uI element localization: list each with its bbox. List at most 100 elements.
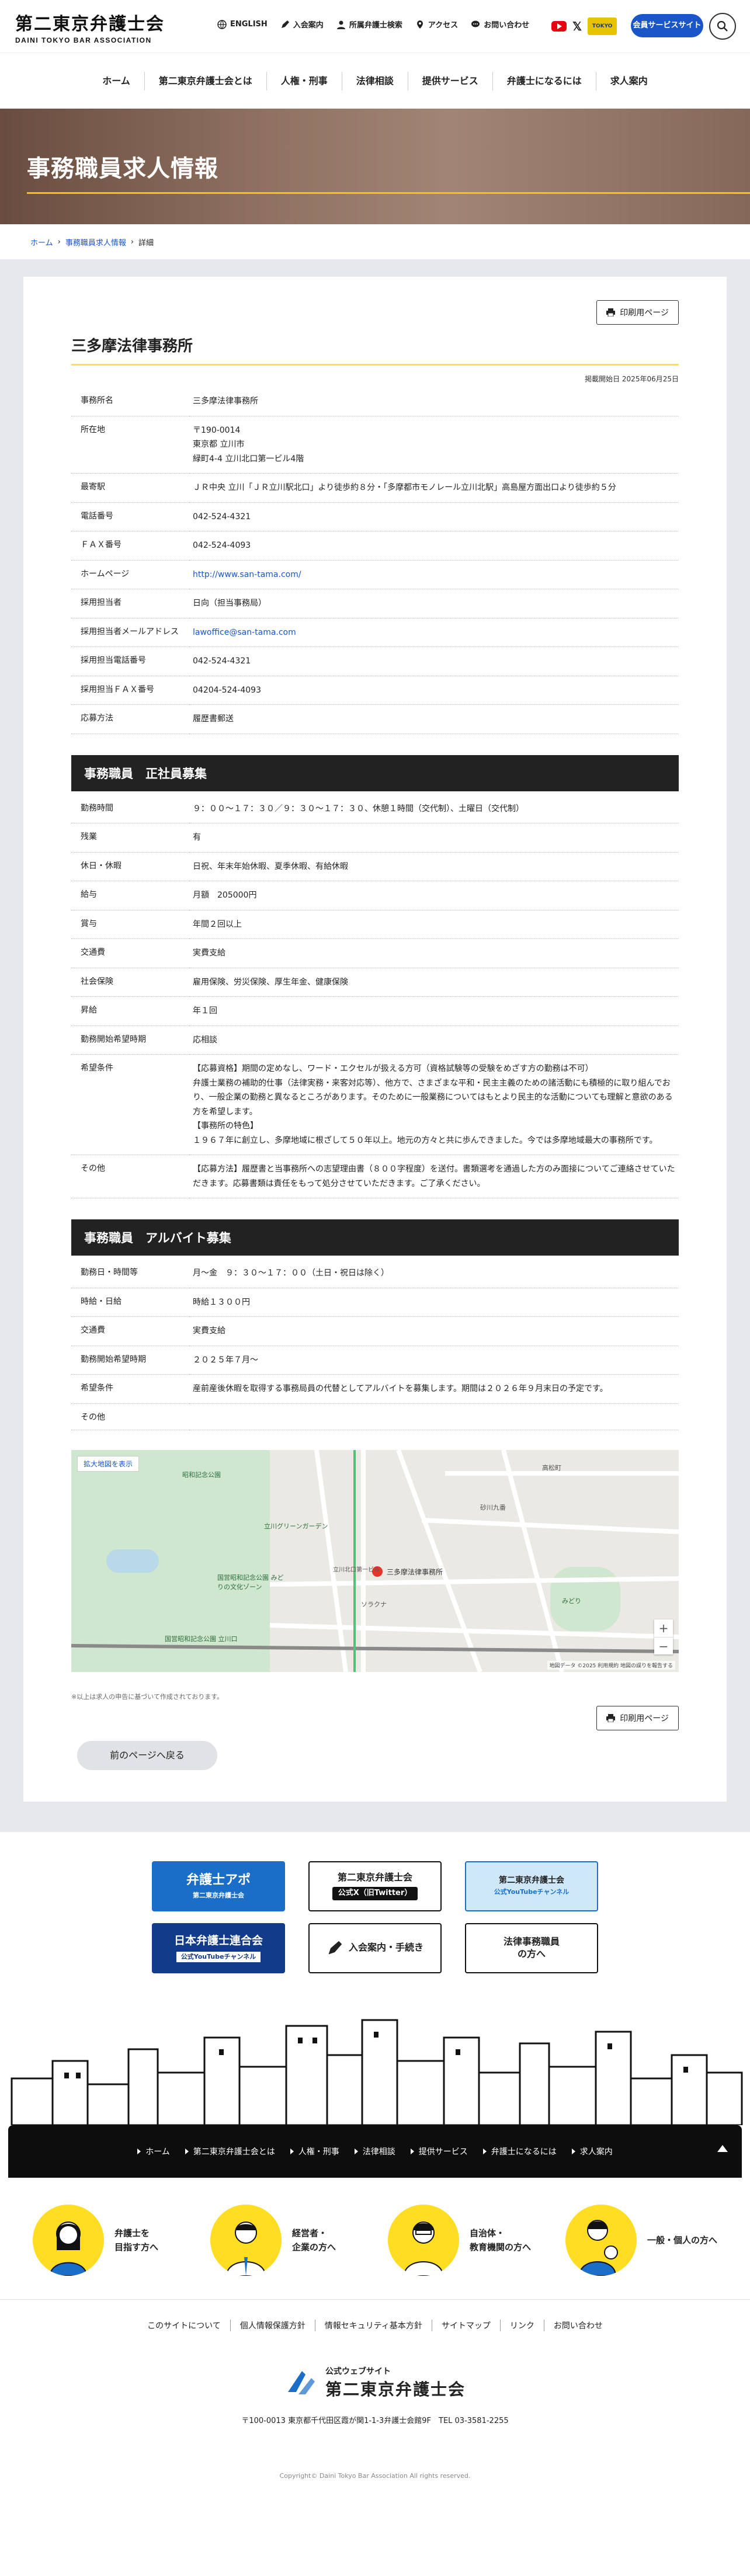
persona-individual[interactable]: 一般・個人の方へ: [565, 2204, 717, 2276]
gnav-legal-consultation[interactable]: 法律相談: [341, 71, 408, 91]
office-info-value[interactable]: http://www.san-tama.com/: [189, 560, 679, 589]
banner-title: 入会案内・手続き: [348, 1942, 423, 1953]
fnav-about[interactable]: 第二東京弁護士会とは: [185, 2146, 275, 2157]
fnav-become-lawyer[interactable]: 弁護士になるには: [483, 2146, 557, 2157]
fnav-legal-consultation[interactable]: 法律相談: [355, 2146, 395, 2157]
gnav-human-rights[interactable]: 人権・刑事: [266, 71, 342, 91]
office-info-label: 採用担当者メールアドレス: [71, 618, 189, 647]
zoom-out-button[interactable]: −: [654, 1636, 673, 1654]
banner-official-x[interactable]: 第二東京弁護士会 公式X（旧Twitter）: [308, 1861, 442, 1911]
flink-about-site[interactable]: このサイトについて: [138, 2320, 230, 2331]
back-button[interactable]: 前のページへ戻る: [77, 1740, 217, 1770]
footer-logo[interactable]: 公式ウェブサイト 第二東京弁護士会: [0, 2365, 750, 2401]
flink-sitemap[interactable]: サイトマップ: [431, 2319, 500, 2331]
fulltime-info-row: 賞与 年間２回以上: [71, 910, 679, 939]
tokyo-badge[interactable]: TOKYO: [588, 18, 617, 35]
banner-title: 日本弁護士連合会: [173, 1934, 263, 1947]
parttime-info-value: 時給１３００円: [189, 1288, 679, 1317]
breadcrumb-separator: ›: [57, 237, 61, 246]
gnav-about[interactable]: 第二東京弁護士会とは: [144, 71, 266, 91]
breadcrumb-current: 詳細: [138, 238, 154, 248]
fulltime-info-row: 残業有: [71, 823, 679, 853]
persona-aspiring-lawyer[interactable]: 弁護士を 目指す方へ: [33, 2204, 185, 2276]
banner-sub: の方へ: [517, 1948, 546, 1959]
flink-privacy[interactable]: 個人情報保護方針: [230, 2319, 315, 2331]
fulltime-info-label: 給与: [71, 881, 189, 910]
fulltime-info-value: 【応募資格】期間の定めなし、ワード・エクセルが扱える方可（資格試験等の受験をめざ…: [189, 1054, 679, 1155]
banner-official-youtube[interactable]: 第二東京弁護士会 公式YouTubeチャンネル: [465, 1861, 598, 1911]
util-access-link[interactable]: アクセス: [415, 19, 458, 30]
footer-address: 〒100-0013 東京都千代田区霞が関1-1-3弁護士会館9F TEL 03-…: [241, 2416, 509, 2425]
map-credit: 地図データ ©2025 利用規約 地図の誤りを報告する: [547, 1660, 675, 1670]
page-hero: 事務職員求人情報: [0, 109, 750, 224]
map-zoom-controls: + −: [654, 1619, 673, 1654]
office-info-value[interactable]: lawoffice@san-tama.com: [189, 618, 679, 647]
breadcrumb-home[interactable]: ホーム: [30, 237, 53, 248]
fulltime-info-label: 休日・休暇: [71, 852, 189, 881]
map-graphic: [71, 1449, 679, 1672]
site-logo[interactable]: 第二東京弁護士会 DAINI TOKYO BAR ASSOCIATION: [15, 9, 165, 44]
banner-bengoshi-apo[interactable]: 弁護士アポ 第二東京弁護士会: [152, 1861, 285, 1911]
office-info-value: 三多摩法律事務所: [189, 387, 679, 416]
office-info-label: 採用担当ＦＡＸ番号: [71, 676, 189, 705]
office-map[interactable]: 拡大地図を表示 三多摩法律事務所 昭和記念公園 国営昭和記念公園 みどりの文化ゾ…: [71, 1449, 679, 1672]
site-header: 第二東京弁護士会 DAINI TOKYO BAR ASSOCIATION ENG…: [0, 0, 750, 53]
site-footer: ホーム 第二東京弁護士会とは 人権・刑事 法律相談 提供サービス 弁護士になるに…: [0, 2125, 750, 2509]
breadcrumb-separator: ›: [130, 237, 134, 246]
print-button-bottom[interactable]: 印刷用ページ: [596, 1705, 679, 1730]
util-join-link[interactable]: 入会案内: [280, 19, 324, 30]
gnav-recruitment[interactable]: 求人案内: [595, 71, 662, 91]
office-info-link[interactable]: lawoffice@san-tama.com: [193, 628, 296, 637]
util-search-lawyer-link[interactable]: 所属弁護士検索: [336, 19, 402, 30]
util-contact-link[interactable]: お問い合わせ: [471, 19, 529, 30]
gnav-home[interactable]: ホーム: [88, 72, 144, 91]
fnav-services[interactable]: 提供サービス: [411, 2146, 468, 2157]
fnav-human-rights[interactable]: 人権・刑事: [290, 2146, 339, 2157]
banner-sub: 公式YouTubeチャンネル: [494, 1888, 570, 1896]
map-pin-icon: [416, 20, 423, 29]
chat-icon: [471, 20, 480, 27]
association-emblem-icon: [287, 2370, 315, 2394]
parttime-info-row: 希望条件 産前産後休暇を取得する事務局員の代替としてアルバイトを募集します。期間は…: [71, 1374, 679, 1404]
persona-business[interactable]: 経営者・ 企業の方へ: [210, 2204, 362, 2276]
page-top-arrow-icon[interactable]: [717, 2144, 728, 2152]
map-place-4: 立川北口第一ビル: [333, 1566, 380, 1573]
fulltime-info-row: 希望条件 【応募資格】期間の定めなし、ワード・エクセルが扱える方可（資格試験等の受…: [71, 1054, 679, 1155]
footer-logo-name: 第二東京弁護士会: [325, 2379, 466, 2399]
banner-sub: 公式YouTubeチャンネル: [176, 1951, 261, 1962]
search-button[interactable]: [709, 13, 736, 40]
parttime-info-label: 希望条件: [71, 1374, 189, 1404]
fulltime-info-label: 賞与: [71, 910, 189, 939]
member-service-button[interactable]: 会員サービスサイト: [631, 14, 703, 37]
gnav-become-lawyer[interactable]: 弁護士になるには: [492, 71, 596, 91]
office-info-row: 応募方法 履歴書郵送: [71, 704, 679, 734]
persona-label-line1: 弁護士を: [114, 2227, 150, 2238]
util-english-label: ENGLISH: [230, 20, 268, 29]
persona-label: 経営者・ 企業の方へ: [292, 2226, 336, 2254]
fnav-home[interactable]: ホーム: [137, 2146, 170, 2157]
map-enlarge-link[interactable]: 拡大地図を表示: [77, 1455, 140, 1472]
office-info-link[interactable]: http://www.san-tama.com/: [193, 570, 301, 579]
gnav-services[interactable]: 提供サービス: [407, 71, 492, 91]
map-place-3: 立川グリーンガーデン: [264, 1522, 328, 1530]
office-info-value: 042-524-4093: [189, 531, 679, 561]
zoom-in-button[interactable]: +: [654, 1619, 673, 1637]
fnav-recruitment[interactable]: 求人案内: [572, 2146, 613, 2157]
flink-security[interactable]: 情報セキュリティ基本方針: [314, 2319, 432, 2331]
office-info-row: 採用担当者 日向（担当事務局）: [71, 589, 679, 618]
map-place-2: 国営昭和記念公園 みどりの文化ゾーン: [217, 1573, 284, 1591]
copyright: Copyright© Daini Tokyo Bar Association A…: [279, 2471, 471, 2480]
fulltime-info-label: 勤務時間: [71, 794, 189, 823]
breadcrumb-list[interactable]: 事務職員求人情報: [65, 237, 126, 248]
official-icon: [403, 2221, 444, 2276]
print-button-top[interactable]: 印刷用ページ: [596, 300, 679, 325]
flink-links[interactable]: リンク: [499, 2319, 544, 2331]
x-icon[interactable]: 𝕏: [572, 19, 582, 34]
banner-legal-staff[interactable]: 法律事務職員 の方へ: [465, 1923, 598, 1973]
youtube-icon[interactable]: [551, 21, 567, 32]
banner-nichibenren-youtube[interactable]: 日本弁護士連合会 公式YouTubeチャンネル: [152, 1923, 285, 1973]
persona-municipality[interactable]: 自治体・ 教育機関の方へ: [388, 2204, 540, 2276]
util-english-link[interactable]: ENGLISH: [217, 19, 268, 29]
banner-join-procedure[interactable]: 入会案内・手続き: [308, 1923, 442, 1973]
flink-contact[interactable]: お問い合わせ: [543, 2319, 612, 2331]
